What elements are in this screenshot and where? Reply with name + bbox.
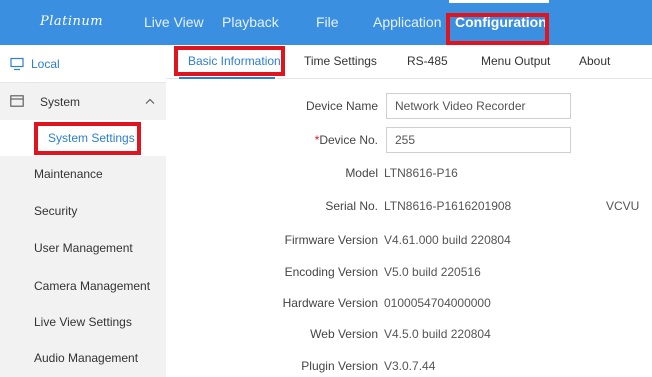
sidebar-group-system[interactable]: System: [0, 84, 166, 120]
sidebar-item-live-view-settings[interactable]: Live View Settings: [0, 304, 166, 340]
sidebar-item-label: Camera Management: [34, 279, 151, 293]
firmware-label: Firmware Version: [284, 233, 378, 247]
serial-redaction: [512, 196, 612, 218]
device-no-label-text: Device No.: [319, 133, 378, 147]
sidebar-item-local[interactable]: Local: [0, 45, 166, 83]
sidebar-item-system-settings[interactable]: System Settings: [0, 120, 166, 156]
tab-menu-output[interactable]: Menu Output: [481, 54, 550, 68]
tab-about[interactable]: About: [579, 54, 610, 68]
sidebar-item-label: Maintenance: [34, 167, 103, 181]
nav-live-view[interactable]: Live View: [144, 0, 204, 45]
sidebar-item-label: Audio Management: [34, 351, 139, 365]
sidebar-group-label: System: [40, 95, 81, 109]
sidebar-item-security[interactable]: Security: [0, 193, 166, 229]
settings-tabs: Basic Information Time Settings RS-485 M…: [166, 45, 652, 79]
firmware-value: V4.61.000 build 220804: [384, 233, 511, 247]
plugin-value: V3.0.7.44: [384, 359, 436, 373]
sidebar-item-user-management[interactable]: User Management: [0, 230, 166, 266]
sidebar-item-audio-management[interactable]: Audio Management: [0, 340, 166, 376]
chevron-up-icon[interactable]: [145, 98, 155, 104]
device-name-field[interactable]: [386, 93, 571, 119]
web-value: V4.5.0 build 220804: [384, 327, 491, 341]
tab-rs485[interactable]: RS-485: [407, 54, 448, 68]
tab-time-settings[interactable]: Time Settings: [304, 54, 377, 68]
nav-playback[interactable]: Playback: [222, 0, 279, 45]
monitor-icon: [10, 57, 24, 71]
plugin-label: Plugin Version: [301, 359, 378, 373]
tab-basic-information[interactable]: Basic Information: [188, 54, 281, 68]
sidebar-local-label: Local: [31, 57, 60, 71]
sidebar-item-label: Live View Settings: [34, 315, 132, 329]
hardware-value: 0100054704000000: [384, 296, 491, 310]
encoding-value: V5.0 build 220516: [384, 265, 481, 279]
model-label: Model: [345, 166, 378, 180]
brand-logo: Platinum: [40, 14, 104, 29]
hardware-label: Hardware Version: [282, 296, 378, 310]
serial-value-suffix: VCVU: [606, 199, 640, 213]
device-name-label: Device Name: [305, 99, 378, 113]
system-icon: [10, 95, 24, 107]
nav-application[interactable]: Application: [373, 0, 442, 45]
sidebar-item-camera-management[interactable]: Camera Management: [0, 268, 166, 304]
device-no-label: *Device No.: [286, 133, 378, 147]
serial-value: LTN8616-P161620190829C: [384, 199, 534, 213]
nav-file[interactable]: File: [316, 0, 339, 45]
web-label: Web Version: [310, 327, 378, 341]
device-no-field[interactable]: [386, 127, 571, 153]
sidebar-item-label: Security: [34, 204, 78, 218]
model-value: LTN8616-P16: [384, 166, 458, 180]
nav-configuration[interactable]: Configuration: [455, 0, 547, 45]
top-nav-bar: Platinum Live View Playback File Applica…: [0, 0, 652, 45]
tab-active-underline: [179, 77, 275, 79]
encoding-label: Encoding Version: [284, 265, 378, 279]
sidebar-item-label: System Settings: [48, 131, 135, 145]
sidebar-item-maintenance[interactable]: Maintenance: [0, 156, 166, 192]
serial-label: Serial No.: [325, 199, 378, 213]
sidebar-item-label: User Management: [34, 241, 133, 255]
nav-active-indicator: [449, 0, 549, 3]
